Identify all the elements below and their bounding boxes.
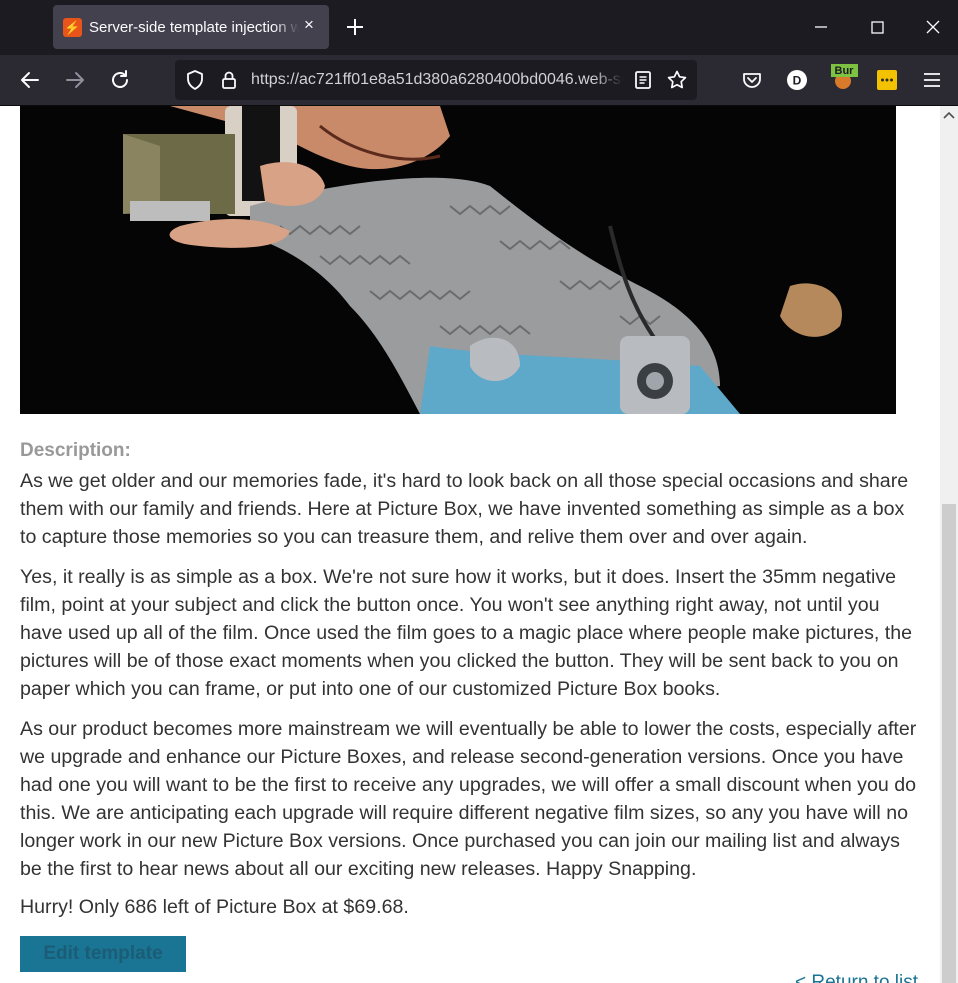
forward-icon[interactable] <box>62 67 88 93</box>
tab-strip: ⚡ Server-side template injection w × <box>0 0 958 55</box>
maximize-window-icon[interactable] <box>864 14 890 40</box>
close-window-icon[interactable] <box>920 14 946 40</box>
vertical-scrollbar[interactable] <box>940 106 958 983</box>
new-tab-plus-icon[interactable] <box>343 15 367 39</box>
lock-icon[interactable] <box>217 68 241 92</box>
active-tab[interactable]: ⚡ Server-side template injection w × <box>53 5 329 49</box>
stock-price-text: Hurry! Only 686 left of Picture Box at $… <box>20 896 409 918</box>
menu-icon[interactable] <box>919 67 945 93</box>
minimize-window-icon[interactable] <box>808 14 834 40</box>
account-icon[interactable]: D <box>784 67 810 93</box>
description-paragraph-2: Yes, it really is as simple as a box. We… <box>20 566 913 700</box>
scrollbar-thumb[interactable] <box>942 504 956 983</box>
page-content: Description: As we get older and our mem… <box>0 106 940 983</box>
burp-extension-icon[interactable]: Bur <box>830 64 860 92</box>
reload-icon[interactable] <box>107 67 133 93</box>
close-tab-icon[interactable]: × <box>299 15 319 35</box>
lightning-favicon-icon: ⚡ <box>63 18 82 37</box>
tab-title: Server-side template injection w <box>89 19 299 36</box>
description-paragraph-1: As we get older and our memories fade, i… <box>20 470 909 548</box>
description-paragraph-3: As our product becomes more mainstream w… <box>20 718 917 880</box>
url-text[interactable]: https://ac721ff01e8a51d380a6280400bd0046… <box>251 71 623 89</box>
account-initial: D <box>793 74 802 88</box>
shield-icon[interactable] <box>183 68 207 92</box>
scroll-up-arrow-icon[interactable] <box>943 110 955 120</box>
photographer-figurine-image <box>20 106 896 414</box>
burp-badge-text: Bur <box>835 65 855 77</box>
bookmark-star-icon[interactable] <box>665 68 689 92</box>
pocket-icon[interactable] <box>739 67 765 93</box>
navigation-toolbar: https://ac721ff01e8a51d380a6280400bd0046… <box>0 55 958 106</box>
return-to-list-link[interactable]: < Return to list <box>795 972 918 983</box>
url-bar[interactable]: https://ac721ff01e8a51d380a6280400bd0046… <box>175 60 697 100</box>
edit-template-button[interactable]: Edit template <box>20 936 186 972</box>
password-manager-icon[interactable] <box>874 67 900 93</box>
description-label: Description: <box>20 440 131 461</box>
reader-view-icon[interactable] <box>631 68 655 92</box>
back-icon[interactable] <box>17 67 43 93</box>
product-image <box>20 106 896 414</box>
